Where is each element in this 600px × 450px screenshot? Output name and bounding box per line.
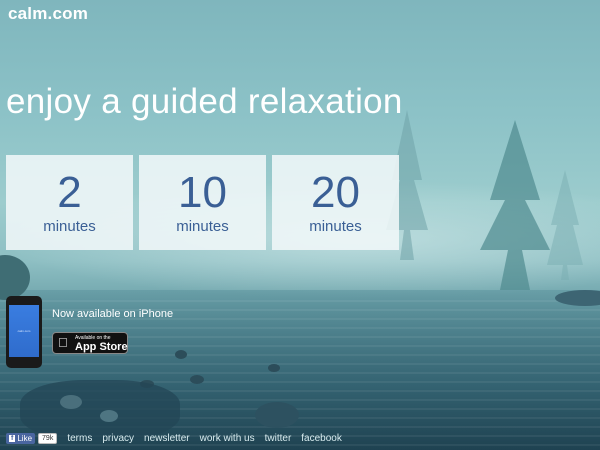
footer-link-work-with-us[interactable]: work with us <box>200 433 255 444</box>
duration-20-minutes-button[interactable]: 20 minutes <box>272 155 399 250</box>
site-logo[interactable]: calm.com <box>8 4 88 24</box>
duration-number: 2 <box>57 167 82 217</box>
duration-10-minutes-button[interactable]: 10 minutes <box>139 155 266 250</box>
facebook-like-widget: f Like 79k <box>6 432 58 444</box>
rock <box>100 410 118 422</box>
apple-icon:  <box>58 336 68 350</box>
duration-number: 20 <box>311 167 360 217</box>
duration-options: 2 minutes 10 minutes 20 minutes <box>6 155 399 250</box>
rock <box>255 402 299 428</box>
background-scene: calm.com enjoy a guided relaxation 2 min… <box>0 0 600 450</box>
footer: f Like 79k terms privacy newsletter work… <box>6 431 342 445</box>
app-store-badge-big: App Store <box>75 341 128 353</box>
duration-unit: minutes <box>43 217 96 235</box>
rock <box>60 395 82 409</box>
page-title: enjoy a guided relaxation <box>6 82 403 121</box>
rock <box>268 364 280 372</box>
promo-text: Now available on iPhone <box>52 308 174 320</box>
footer-link-newsletter[interactable]: newsletter <box>144 433 190 444</box>
duration-unit: minutes <box>176 217 229 235</box>
iphone-promo: calm.com Now available on iPhone  Avail… <box>6 296 206 372</box>
facebook-icon: f <box>9 434 16 442</box>
like-count: 79k <box>38 432 58 444</box>
duration-2-minutes-button[interactable]: 2 minutes <box>6 155 133 250</box>
footer-link-terms[interactable]: terms <box>67 433 92 444</box>
tree-far-small <box>547 170 583 280</box>
iphone-image: calm.com <box>6 296 42 368</box>
facebook-like-button[interactable]: f Like <box>6 432 36 444</box>
rock <box>190 375 204 384</box>
footer-link-facebook[interactable]: facebook <box>301 433 342 444</box>
duration-number: 10 <box>178 167 227 217</box>
like-label: Like <box>17 433 33 443</box>
footer-link-privacy[interactable]: privacy <box>102 433 134 444</box>
duration-unit: minutes <box>309 217 362 235</box>
app-store-button[interactable]:  Available on the App Store <box>52 332 128 354</box>
footer-link-twitter[interactable]: twitter <box>265 433 292 444</box>
phone-screen: calm.com <box>9 305 39 357</box>
